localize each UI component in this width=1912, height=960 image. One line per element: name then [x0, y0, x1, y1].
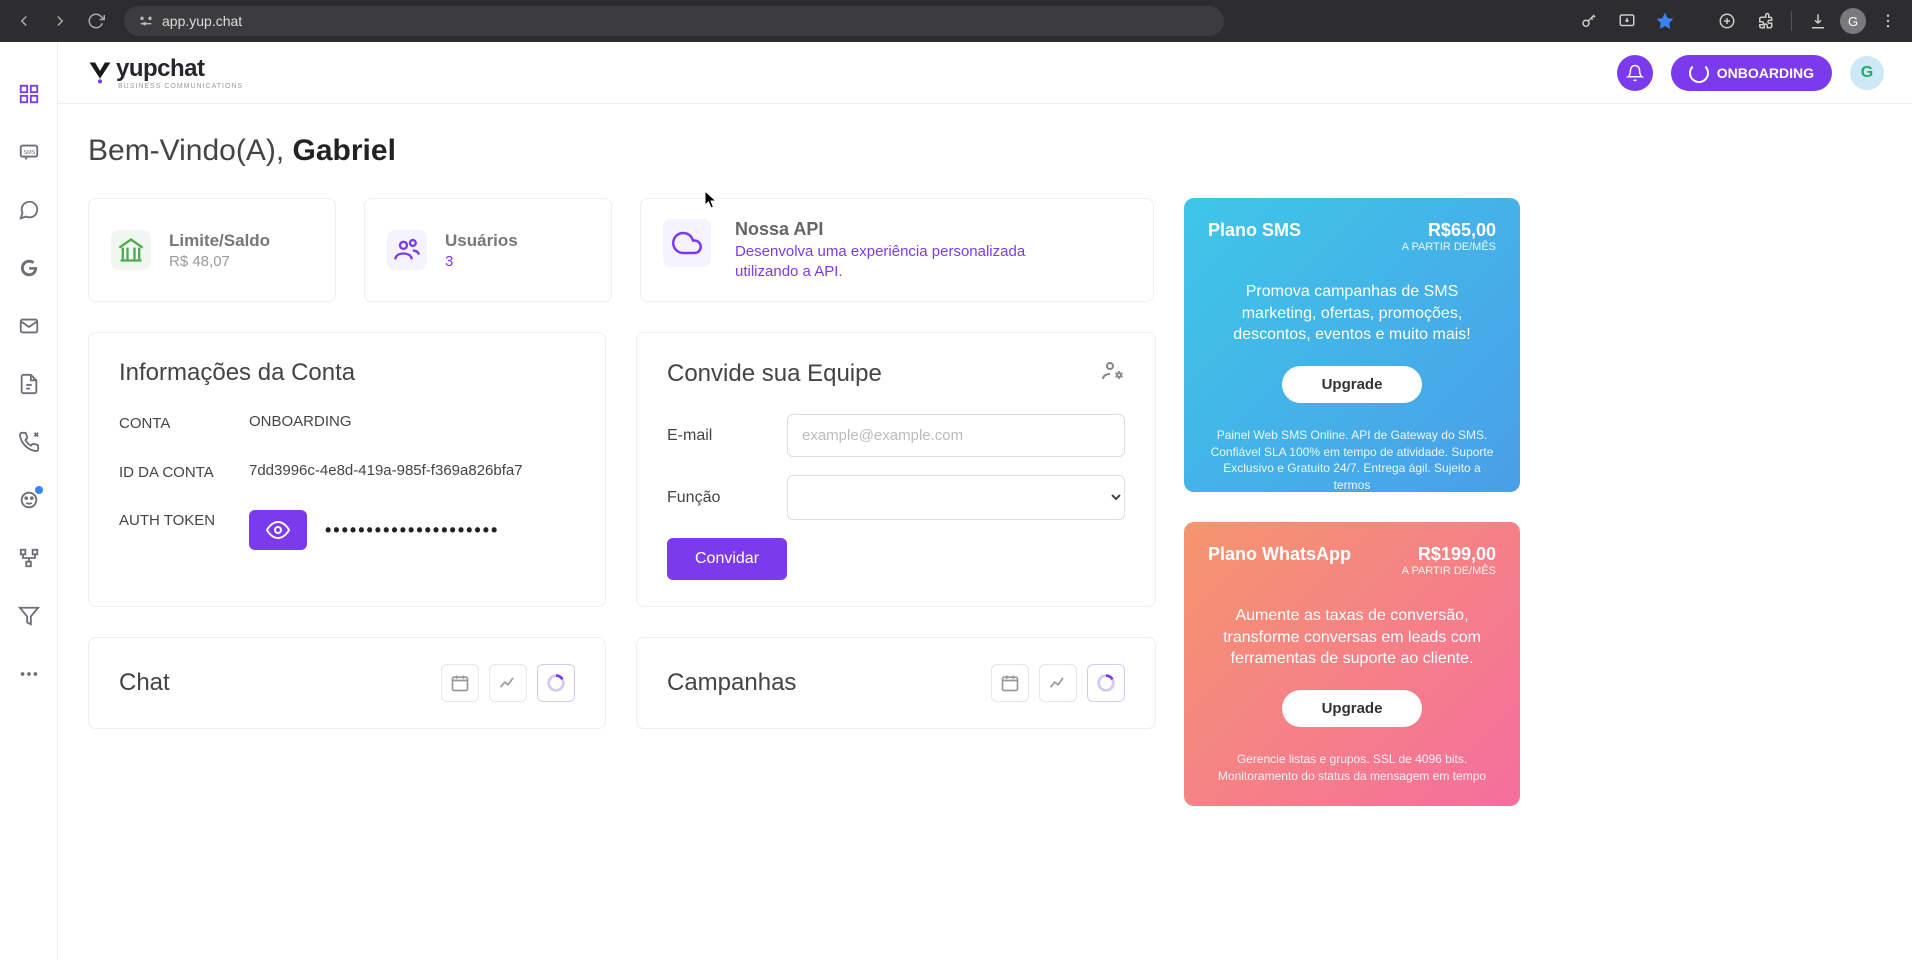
- promo-sms-upgrade-button[interactable]: Upgrade: [1282, 366, 1423, 403]
- campaigns-chart-panel: Campanhas: [636, 637, 1156, 729]
- line-chart-tool[interactable]: [489, 664, 527, 702]
- welcome-greeting: Bem-Vindo(A),: [88, 134, 293, 167]
- promo-wa-price-sub: A PARTIR DE/MÊS: [1402, 565, 1496, 577]
- account-info-panel: Informações da Conta CONTA ONBOARDING ID…: [88, 332, 606, 607]
- email-input[interactable]: [787, 414, 1125, 457]
- role-select[interactable]: [787, 475, 1125, 520]
- auth-token-masked: •••••••••••••••••••••: [325, 520, 499, 541]
- api-description: Desenvolva uma experiência personalizada…: [735, 242, 1075, 281]
- welcome-name: Gabriel: [293, 134, 396, 167]
- topbar: yupchat BUSINESS COMMUNICATIONS ONBOARDI…: [58, 42, 1912, 104]
- team-settings-icon[interactable]: [1101, 359, 1125, 388]
- promo-sms-price-sub: A PARTIR DE/MÊS: [1402, 241, 1496, 253]
- api-title: Nossa API: [735, 219, 1075, 240]
- progress-ring-icon: [1689, 63, 1709, 83]
- sidebar: SMS: [0, 42, 58, 960]
- donut-chart-tool[interactable]: [1087, 664, 1125, 702]
- browser-bar: app.yup.chat G: [0, 0, 1912, 42]
- sidebar-dashboard-icon[interactable]: [17, 82, 41, 106]
- promo-sms-price: R$65,00: [1402, 220, 1496, 241]
- invite-button[interactable]: Convidar: [667, 538, 787, 580]
- password-key-icon[interactable]: [1573, 5, 1605, 37]
- browser-reload-button[interactable]: [80, 5, 112, 37]
- line-chart-tool[interactable]: [1039, 664, 1077, 702]
- svg-text:SMS: SMS: [23, 150, 35, 156]
- downloads-icon[interactable]: [1802, 5, 1834, 37]
- balance-label: Limite/Saldo: [169, 231, 270, 251]
- browser-profile-avatar[interactable]: G: [1840, 8, 1866, 34]
- balance-card[interactable]: Limite/Saldo R$ 48,07: [88, 198, 336, 302]
- notifications-button[interactable]: [1617, 55, 1653, 91]
- sidebar-email-icon[interactable]: [17, 314, 41, 338]
- bank-icon: [111, 230, 151, 270]
- cloud-icon: [663, 219, 711, 267]
- api-card[interactable]: Nossa API Desenvolva uma experiência per…: [640, 198, 1154, 302]
- onboarding-label: ONBOARDING: [1717, 65, 1814, 81]
- install-app-icon[interactable]: [1611, 5, 1643, 37]
- sidebar-whatsapp-icon[interactable]: [17, 198, 41, 222]
- sidebar-document-icon[interactable]: [17, 372, 41, 396]
- email-label: E-mail: [667, 427, 767, 445]
- browser-menu-icon[interactable]: [1872, 5, 1904, 37]
- account-info-title: Informações da Conta: [119, 359, 575, 387]
- balance-value: R$ 48,07: [169, 253, 270, 270]
- browser-url-text: app.yup.chat: [162, 13, 242, 29]
- chat-chart-title: Chat: [119, 669, 170, 697]
- sidebar-sms-icon[interactable]: SMS: [17, 140, 41, 164]
- sidebar-more-icon[interactable]: [17, 662, 41, 686]
- promo-sms-body: Promova campanhas de SMS marketing, ofer…: [1208, 281, 1496, 346]
- promo-wa-body: Aumente as taxas de conversão, transform…: [1208, 605, 1496, 670]
- campaigns-chart-title: Campanhas: [667, 669, 796, 697]
- invite-title: Convide sua Equipe: [667, 360, 882, 388]
- account-id-label: ID DA CONTA: [119, 462, 249, 485]
- onboarding-button[interactable]: ONBOARDING: [1671, 55, 1832, 91]
- user-avatar[interactable]: G: [1850, 56, 1884, 90]
- welcome-heading: Bem-Vindo(A), Gabriel: [88, 134, 1882, 168]
- sidebar-bot-icon[interactable]: [17, 488, 41, 512]
- chat-chart-panel: Chat: [88, 637, 606, 729]
- sidebar-flow-icon[interactable]: [17, 546, 41, 570]
- logo-icon: [86, 59, 114, 87]
- extensions-icon[interactable]: [1749, 5, 1781, 37]
- sidebar-voice-icon[interactable]: [17, 430, 41, 454]
- promo-sms-footer: Painel Web SMS Online. API de Gateway do…: [1208, 427, 1496, 494]
- account-id-value: 7dd3996c-4e8d-419a-985f-f369a826bfa7: [249, 462, 523, 479]
- new-tab-icon[interactable]: [1711, 5, 1743, 37]
- logo-subtitle: BUSINESS COMMUNICATIONS: [118, 83, 243, 90]
- calendar-tool[interactable]: [991, 664, 1029, 702]
- users-card[interactable]: Usuários 3: [364, 198, 612, 302]
- promo-sms-card: Plano SMS R$65,00 A PARTIR DE/MÊS Promov…: [1184, 198, 1520, 492]
- bookmark-star-icon[interactable]: [1649, 5, 1681, 37]
- reveal-token-button[interactable]: [249, 510, 307, 550]
- users-label: Usuários: [445, 231, 518, 251]
- browser-url-bar[interactable]: app.yup.chat: [124, 6, 1224, 36]
- users-icon: [387, 230, 427, 270]
- invite-team-panel: Convide sua Equipe E-mail Função: [636, 332, 1156, 607]
- sidebar-google-icon[interactable]: [17, 256, 41, 280]
- donut-chart-tool[interactable]: [537, 664, 575, 702]
- site-settings-icon[interactable]: [138, 13, 154, 29]
- browser-back-button[interactable]: [8, 5, 40, 37]
- promo-wa-title: Plano WhatsApp: [1208, 544, 1351, 577]
- conta-value: ONBOARDING: [249, 413, 352, 430]
- divider: [1791, 11, 1792, 31]
- logo-text: yupchat: [116, 55, 205, 82]
- promo-sms-title: Plano SMS: [1208, 220, 1301, 253]
- sidebar-filter-icon[interactable]: [17, 604, 41, 628]
- calendar-tool[interactable]: [441, 664, 479, 702]
- promo-wa-price: R$199,00: [1402, 544, 1496, 565]
- auth-token-label: AUTH TOKEN: [119, 510, 249, 533]
- logo[interactable]: yupchat BUSINESS COMMUNICATIONS: [86, 55, 243, 90]
- browser-forward-button[interactable]: [44, 5, 76, 37]
- users-value: 3: [445, 253, 518, 270]
- promo-wa-upgrade-button[interactable]: Upgrade: [1282, 690, 1423, 727]
- role-label: Função: [667, 489, 767, 507]
- conta-label: CONTA: [119, 413, 249, 436]
- promo-wa-footer: Gerencie listas e grupos. SSL de 4096 bi…: [1208, 751, 1496, 785]
- promo-whatsapp-card: Plano WhatsApp R$199,00 A PARTIR DE/MÊS …: [1184, 522, 1520, 806]
- notification-dot: [35, 486, 43, 494]
